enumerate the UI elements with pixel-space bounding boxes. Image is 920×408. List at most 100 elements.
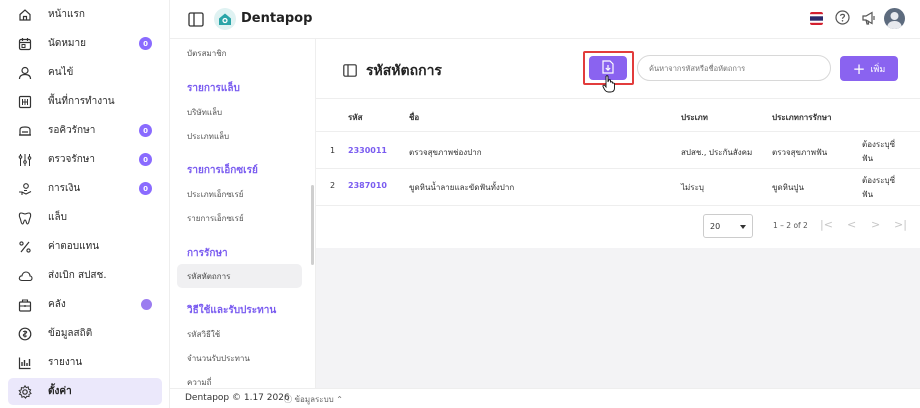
gear-icon xyxy=(17,384,33,400)
sidebar-item-label: ส่งเบิก สปสช. xyxy=(48,270,107,281)
column-header-type[interactable]: ประเภท xyxy=(681,111,708,124)
add-button[interactable]: + เพิ่ม xyxy=(840,56,898,81)
sidebar-item-lab[interactable]: แล็บ xyxy=(8,204,162,231)
row-note: ฟัน xyxy=(862,154,874,163)
system-info-link[interactable]: ⓘ ข้อมูลระบบ ⌃ xyxy=(284,393,343,406)
treatment-icon xyxy=(17,152,33,168)
last-page-button[interactable]: >| xyxy=(894,218,907,231)
settings-submenu: บัตรสมาชิก รายการแล็บ บริษัทแล็บ ประเภทแ… xyxy=(170,39,316,388)
report-icon xyxy=(17,355,33,371)
submenu-item-lab-company[interactable]: บริษัทแล็บ xyxy=(187,106,222,119)
main-content: รหัสหัตถการ + เพิ่ม รหัส ชื่อ ประเภท ประ… xyxy=(316,39,920,388)
sidebar-item-reports[interactable]: รายงาน xyxy=(8,349,162,376)
search-input[interactable] xyxy=(637,55,831,81)
submenu-section-lab: รายการแล็บ xyxy=(187,83,240,94)
first-page-button[interactable]: |< xyxy=(820,218,833,231)
submenu-scrollbar[interactable] xyxy=(311,185,314,265)
sidebar-item-label: การเงิน xyxy=(48,183,81,194)
sidebar-item-label: พื้นที่การทำงาน xyxy=(48,96,115,107)
sidebar-item-label: ค่าตอบแทน xyxy=(48,241,100,252)
submenu-item-frequency[interactable]: ความถี่ xyxy=(187,376,211,388)
table-header: รหัส ชื่อ ประเภท ประเภทการรักษา xyxy=(316,98,920,132)
submenu-item-xray-list[interactable]: รายการเอ็กซเรย์ xyxy=(187,212,244,225)
row-type: สปสช., ประกันสังคม xyxy=(681,148,753,157)
sidebar-item-nhso-claims[interactable]: ส่งเบิก สปสช. xyxy=(8,262,162,289)
file-download-icon xyxy=(602,59,614,77)
row-note: ฟัน xyxy=(862,190,874,199)
row-name: ตรวจสุขภาพช่องปาก xyxy=(409,148,482,157)
sidebar-item-label: หน้าแรก xyxy=(48,9,85,20)
table-row[interactable]: 2 2387010 ขูดหินน้ำลายและขัดฟันทั้งปาก ไ… xyxy=(316,169,920,206)
submenu-section-usage: วิธีใช้และรับประทาน xyxy=(187,305,277,316)
thai-flag-icon[interactable] xyxy=(810,12,823,25)
page-size-select[interactable]: 20 xyxy=(703,214,753,238)
sidebar-item-examination[interactable]: ตรวจรักษา 0 xyxy=(8,146,162,173)
sidebar-item-compensation[interactable]: ค่าตอบแทน xyxy=(8,233,162,260)
pagination-info: 1 – 2 of 2 xyxy=(773,221,808,230)
help-icon[interactable] xyxy=(835,10,850,25)
row-code-link[interactable]: 2330011 xyxy=(348,146,387,155)
sidebar-item-label: รอคิวรักษา xyxy=(48,125,96,136)
sidebar-item-label: คนไข้ xyxy=(48,67,74,78)
sidebar-item-label: แล็บ xyxy=(48,212,67,223)
sidebar-item-appointments[interactable]: นัดหมาย 0 xyxy=(8,30,162,57)
sidebar-item-label: คลัง xyxy=(48,299,66,310)
page-title: รหัสหัตถการ xyxy=(366,63,442,79)
main-sidebar: หน้าแรก นัดหมาย 0 คนไข้ พื้นที่การทำงาน … xyxy=(0,0,170,408)
row-treatment-type: ตรวจสุขภาพฟัน xyxy=(772,148,828,157)
count-badge: 0 xyxy=(139,182,152,195)
tooth-icon xyxy=(17,210,33,226)
table-row[interactable]: 1 2330011 ตรวจสุขภาพช่องปาก สปสช., ประกั… xyxy=(316,132,920,169)
submenu-item-usage-code[interactable]: รหัสวิธีใช้ xyxy=(187,328,220,341)
sidebar-item-finance[interactable]: การเงิน 0 xyxy=(8,175,162,202)
row-note: ต้องระบุซี่ xyxy=(862,176,896,185)
megaphone-icon[interactable] xyxy=(861,10,877,26)
finance-icon xyxy=(17,181,33,197)
avatar[interactable] xyxy=(884,8,905,29)
sidebar-item-patients[interactable]: คนไข้ xyxy=(8,59,162,86)
sidebar-item-workspace[interactable]: พื้นที่การทำงาน xyxy=(8,88,162,115)
row-code-link[interactable]: 2387010 xyxy=(348,181,387,190)
cloud-icon xyxy=(17,268,33,284)
percent-icon xyxy=(17,239,33,255)
submenu-item-xray-type[interactable]: ประเภทเอ็กซเรย์ xyxy=(187,188,243,201)
sidebar-item-home[interactable]: หน้าแรก xyxy=(8,1,162,28)
row-treatment-type: ขูดหินปูน xyxy=(772,183,804,192)
submenu-item-treatment-code[interactable]: รหัสหัตถการ xyxy=(187,270,230,283)
caret-down-icon xyxy=(740,225,746,229)
sidebar-item-queue[interactable]: รอคิวรักษา 0 xyxy=(8,117,162,144)
sidebar-item-settings[interactable]: ตั้งค่า xyxy=(8,378,162,405)
home-icon xyxy=(17,7,33,23)
footer-copyright: Dentapop © 1.17 2026 xyxy=(185,393,290,403)
count-badge: 0 xyxy=(139,37,152,50)
submenu-item-lab-type[interactable]: ประเภทแล็บ xyxy=(187,130,229,143)
row-index: 1 xyxy=(330,146,336,155)
submenu-item-intake-amount[interactable]: จำนวนรับประทาน xyxy=(187,352,250,365)
next-page-button[interactable]: > xyxy=(871,218,880,231)
sidebar-item-inventory[interactable]: คลัง xyxy=(8,291,162,318)
row-note: ต้องระบุซี่ xyxy=(862,140,896,149)
sidebar-item-label: ข้อมูลสถิติ xyxy=(48,328,93,339)
top-header: Dentapop xyxy=(170,0,920,39)
column-header-name[interactable]: ชื่อ xyxy=(409,111,419,124)
calendar-icon xyxy=(17,36,33,52)
row-name: ขูดหินน้ำลายและขัดฟันทั้งปาก xyxy=(409,183,515,192)
submenu-section-treatment: การรักษา xyxy=(187,248,228,259)
dentapop-logo xyxy=(214,8,236,30)
sidebar-item-statistics[interactable]: ข้อมูลสถิติ xyxy=(8,320,162,347)
count-badge: 0 xyxy=(139,153,152,166)
app-title: Dentapop xyxy=(241,11,313,26)
submenu-item-member-card[interactable]: บัตรสมาชิก xyxy=(187,47,227,60)
statistics-icon xyxy=(17,326,33,342)
sidebar-toggle-icon[interactable] xyxy=(188,12,204,27)
sidebar-item-label: รายงาน xyxy=(48,357,83,368)
sidebar-item-label: นัดหมาย xyxy=(48,38,86,49)
hand-cursor-icon xyxy=(602,75,616,93)
user-icon xyxy=(17,65,33,81)
footer: Dentapop © 1.17 2026 ⓘ ข้อมูลระบบ ⌃ xyxy=(170,388,920,408)
row-type: ไม่ระบุ xyxy=(681,183,704,192)
column-header-treatment-type[interactable]: ประเภทการรักษา xyxy=(772,111,832,124)
count-badge: 0 xyxy=(139,124,152,137)
column-header-code[interactable]: รหัส xyxy=(348,111,362,124)
prev-page-button[interactable]: < xyxy=(847,218,856,231)
